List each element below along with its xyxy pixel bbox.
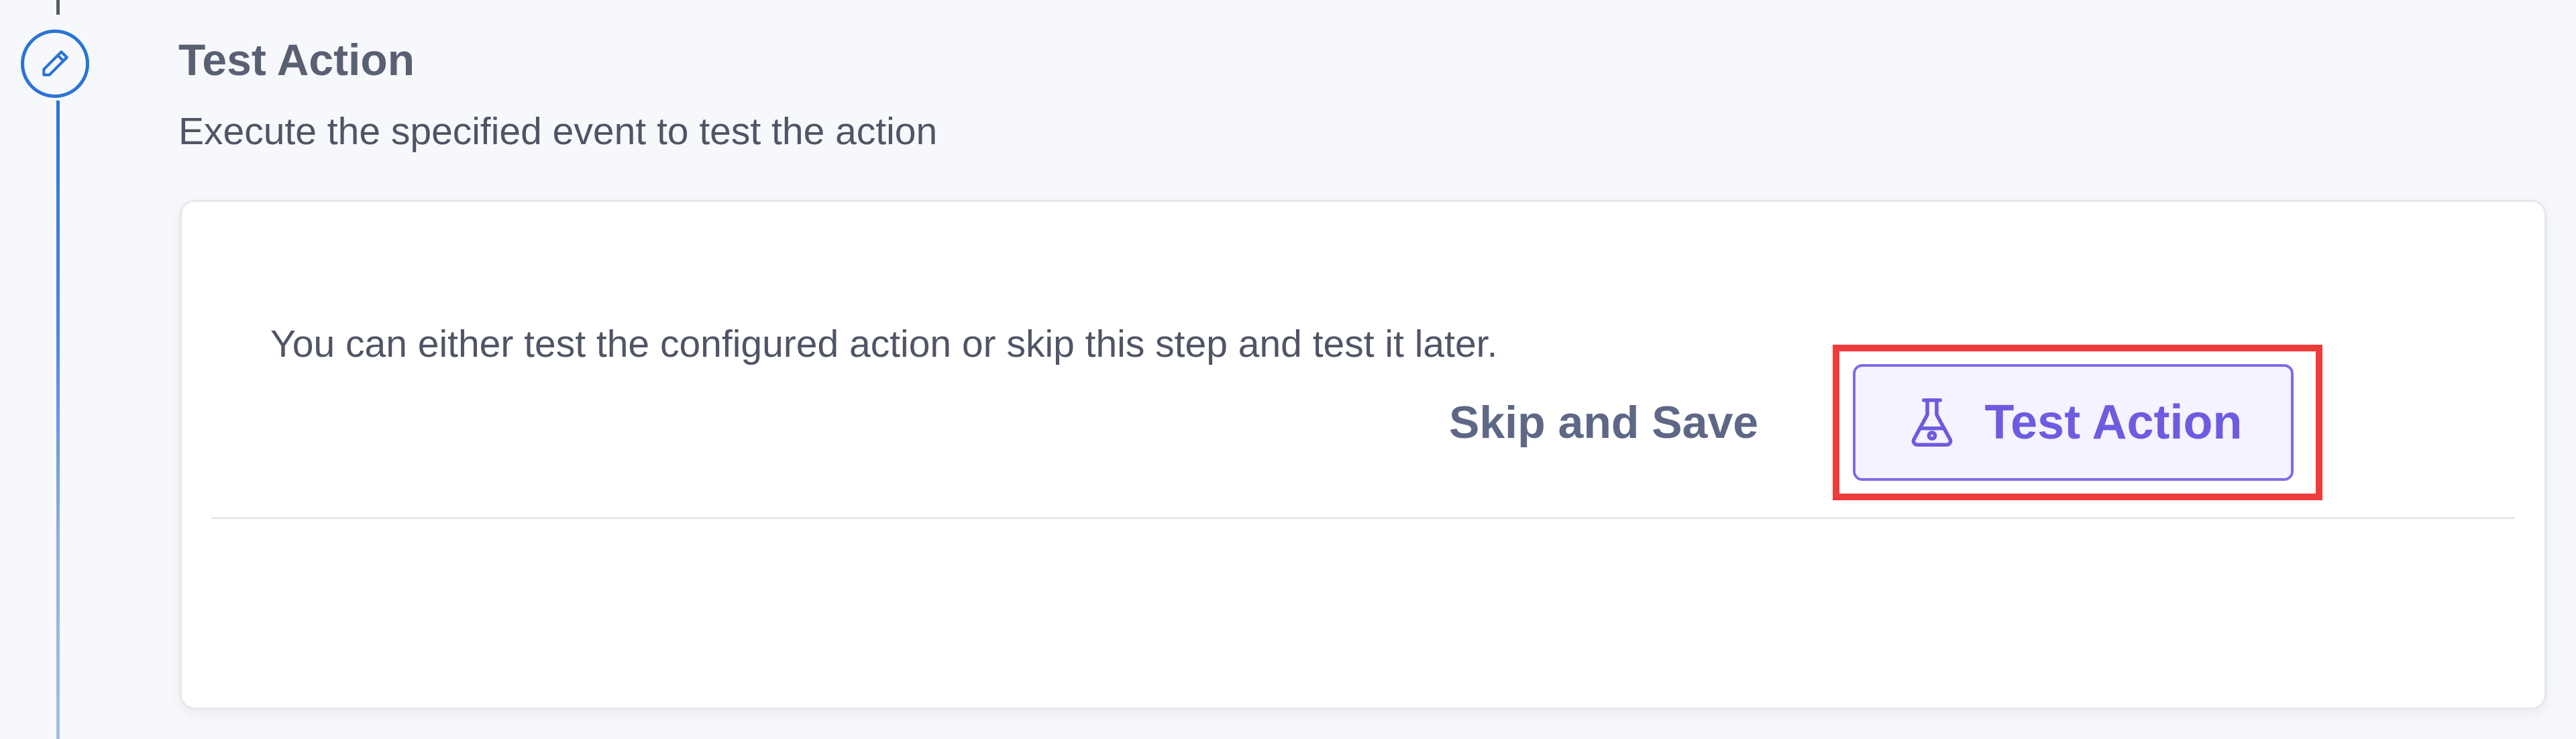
timeline-connector bbox=[56, 101, 60, 739]
card-divider bbox=[211, 517, 2515, 519]
timeline-connector-top bbox=[56, 0, 60, 15]
step-title: Test Action bbox=[178, 35, 415, 84]
skip-and-save-button[interactable]: Skip and Save bbox=[1422, 376, 1785, 469]
flask-icon bbox=[1912, 398, 1953, 447]
step-description: Execute the specified event to test the … bbox=[178, 110, 938, 153]
test-action-button-label: Test Action bbox=[1984, 396, 2243, 449]
pencil-icon bbox=[42, 50, 68, 76]
test-action-message: You can either test the configured actio… bbox=[270, 323, 1498, 365]
test-action-button[interactable]: Test Action bbox=[1853, 364, 2294, 481]
step-status-indicator bbox=[21, 30, 89, 98]
